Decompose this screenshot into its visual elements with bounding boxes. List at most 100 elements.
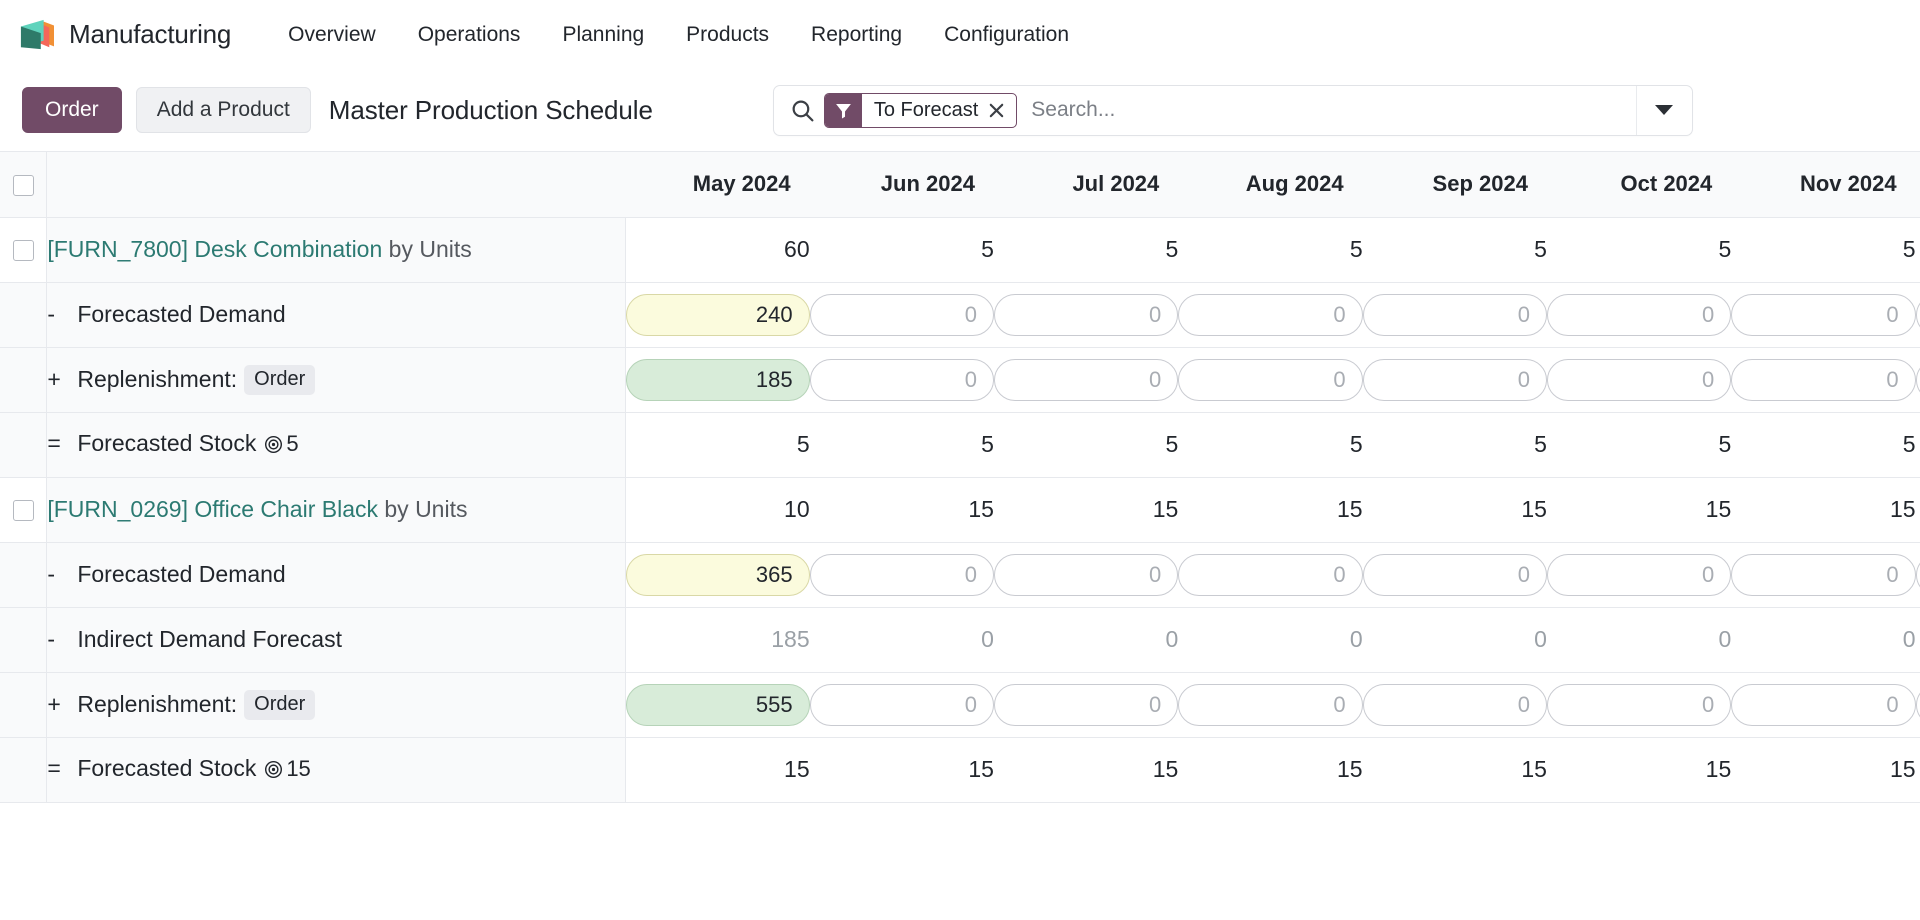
search-dropdown-toggle[interactable] <box>1635 85 1692 135</box>
product-checkbox[interactable] <box>12 240 34 262</box>
editable-value-cell[interactable] <box>1178 282 1363 348</box>
editable-value-cell[interactable] <box>1731 542 1916 608</box>
value-input[interactable] <box>625 358 810 401</box>
editable-value-cell[interactable] <box>1178 347 1363 413</box>
editable-value-cell[interactable] <box>1915 672 1920 738</box>
value-input[interactable] <box>1546 683 1732 726</box>
editable-value-cell[interactable] <box>1546 672 1732 738</box>
editable-value-cell[interactable] <box>1546 282 1732 348</box>
column-header-oct-2024[interactable]: Oct 2024 <box>1546 152 1732 218</box>
column-header-may-2024[interactable]: May 2024 <box>625 152 810 218</box>
value-input[interactable] <box>809 358 994 401</box>
editable-value-cell[interactable] <box>1915 542 1920 608</box>
value-input[interactable] <box>625 293 810 336</box>
editable-value-cell[interactable] <box>625 347 810 413</box>
editable-value-cell[interactable] <box>1362 542 1547 608</box>
value-input[interactable] <box>993 683 1179 726</box>
replenishment-order-badge[interactable]: Order <box>244 364 316 395</box>
value-input[interactable] <box>993 293 1179 336</box>
value-input[interactable] <box>1178 553 1363 596</box>
product-link[interactable]: [FURN_0269] Office Chair Black <box>47 496 378 522</box>
search-input[interactable] <box>1017 85 1636 135</box>
value-input[interactable] <box>1178 293 1363 336</box>
editable-value-cell[interactable] <box>1546 542 1732 608</box>
column-header-nov-2024[interactable]: Nov 2024 <box>1731 152 1916 218</box>
editable-value-cell[interactable] <box>625 672 810 738</box>
control-panel: Order Add a Product Master Production Sc… <box>0 69 1920 152</box>
value-input[interactable] <box>1546 358 1732 401</box>
editable-value-cell[interactable] <box>1731 347 1916 413</box>
column-header-aug-2024[interactable]: Aug 2024 <box>1178 152 1363 218</box>
editable-value-cell[interactable] <box>1546 347 1732 413</box>
nav-item-planning[interactable]: Planning <box>541 17 665 53</box>
order-button[interactable]: Order <box>22 86 122 134</box>
value-input[interactable] <box>1731 683 1916 726</box>
nav-item-overview[interactable]: Overview <box>267 17 397 53</box>
editable-value-cell[interactable] <box>993 282 1179 348</box>
value-input[interactable] <box>625 553 810 596</box>
value-input[interactable] <box>1362 358 1547 401</box>
replenishment-order-badge[interactable]: Order <box>244 689 316 720</box>
editable-value-cell[interactable] <box>809 542 994 608</box>
editable-value-cell[interactable] <box>809 672 994 738</box>
value-input[interactable] <box>1915 293 1920 336</box>
value-input[interactable] <box>809 683 994 726</box>
editable-value-cell[interactable] <box>1362 347 1547 413</box>
search-icon[interactable] <box>790 98 815 123</box>
value-input[interactable] <box>1915 683 1920 726</box>
add-a-product-button[interactable]: Add a Product <box>135 86 311 134</box>
nav-item-reporting[interactable]: Reporting <box>790 17 923 53</box>
column-header-dec-2024[interactable]: Dec 2024 <box>1915 152 1920 218</box>
product-link[interactable]: [FURN_7800] Desk Combination <box>47 236 382 262</box>
editable-value-cell[interactable] <box>809 347 994 413</box>
value-input[interactable] <box>1546 553 1732 596</box>
editable-value-cell[interactable] <box>625 282 810 348</box>
editable-value-cell[interactable] <box>1915 347 1920 413</box>
editable-value-cell[interactable] <box>1731 282 1916 348</box>
editable-value-cell[interactable] <box>1178 672 1363 738</box>
value-input[interactable] <box>809 553 994 596</box>
editable-value-cell[interactable] <box>993 347 1179 413</box>
search-view: To Forecast <box>772 84 1693 136</box>
value-input[interactable] <box>809 293 994 336</box>
value-input[interactable] <box>1915 553 1920 596</box>
value-input[interactable] <box>1362 553 1547 596</box>
editable-value-cell[interactable] <box>625 542 810 608</box>
row-spacer-cell <box>0 282 48 348</box>
row-sign: = <box>47 754 61 781</box>
value-input[interactable] <box>1178 358 1363 401</box>
editable-value-cell[interactable] <box>1178 542 1363 608</box>
search-facet-to-forecast[interactable]: To Forecast <box>823 92 1018 128</box>
value-input[interactable] <box>993 553 1179 596</box>
editable-value-cell[interactable] <box>809 282 994 348</box>
close-x-icon[interactable] <box>987 102 1016 119</box>
editable-value-cell[interactable] <box>1731 672 1916 738</box>
nav-item-configuration[interactable]: Configuration <box>923 17 1090 53</box>
nav-item-products[interactable]: Products <box>665 17 790 53</box>
column-header-jun-2024[interactable]: Jun 2024 <box>809 152 994 218</box>
app-brand[interactable]: Manufacturing <box>18 18 231 52</box>
value-input[interactable] <box>1546 293 1732 336</box>
value-input[interactable] <box>1915 358 1920 401</box>
value-input[interactable] <box>1731 293 1916 336</box>
select-all-cell <box>0 152 48 218</box>
editable-value-cell[interactable] <box>1362 282 1547 348</box>
value-input[interactable] <box>1178 683 1363 726</box>
editable-value-cell[interactable] <box>993 672 1179 738</box>
value-input[interactable] <box>1362 293 1547 336</box>
value-input[interactable] <box>1731 358 1916 401</box>
editable-value-cell[interactable] <box>1362 672 1547 738</box>
target-bullseye-icon <box>264 759 283 785</box>
editable-value-cell[interactable] <box>993 542 1179 608</box>
select-all-checkbox[interactable] <box>12 174 34 196</box>
value-input[interactable] <box>1731 553 1916 596</box>
value-input[interactable] <box>1362 683 1547 726</box>
editable-value-cell[interactable] <box>1915 282 1920 348</box>
value-input[interactable] <box>625 683 810 726</box>
value-input[interactable] <box>993 358 1179 401</box>
column-header-jul-2024[interactable]: Jul 2024 <box>993 152 1179 218</box>
product-checkbox[interactable] <box>12 500 34 522</box>
nav-item-operations[interactable]: Operations <box>397 17 542 53</box>
column-header-sep-2024[interactable]: Sep 2024 <box>1362 152 1547 218</box>
mps-table-container[interactable]: May 2024 Jun 2024 Jul 2024 Aug 2024 Sep … <box>0 152 1920 920</box>
